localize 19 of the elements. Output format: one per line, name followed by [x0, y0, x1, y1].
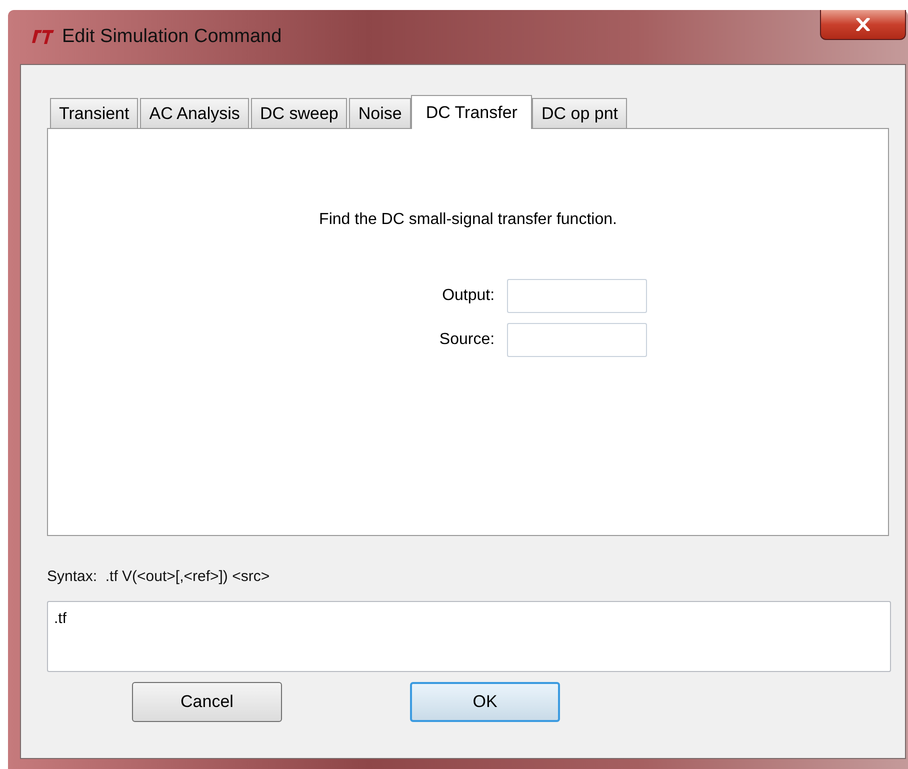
logo-icon — [32, 29, 54, 45]
tab[interactable]: AC Analysis — [140, 98, 249, 128]
window-title: Edit Simulation Command — [62, 26, 282, 48]
input-field[interactable] — [506, 279, 647, 313]
tab[interactable]: DC op pnt — [532, 98, 628, 128]
tab[interactable]: DC Transfer — [410, 95, 532, 129]
tab[interactable]: Noise — [349, 98, 411, 128]
tab[interactable]: Transient — [50, 98, 138, 128]
field-label: Source: — [439, 331, 495, 349]
input-field[interactable] — [506, 323, 647, 357]
close-button[interactable] — [820, 10, 906, 40]
tab[interactable]: DC sweep — [250, 98, 348, 128]
description-text: Find the DC small-signal transfer function. — [319, 211, 617, 229]
command-field[interactable]: .tf — [47, 601, 891, 672]
close-icon — [856, 18, 870, 31]
dialog-button[interactable]: OK — [410, 682, 560, 722]
syntax-text: Syntax: .tf V(<out>[,<ref>]) <src> — [47, 568, 271, 585]
field-label: Output: — [442, 287, 495, 305]
dialog-button[interactable]: Cancel — [132, 682, 282, 722]
